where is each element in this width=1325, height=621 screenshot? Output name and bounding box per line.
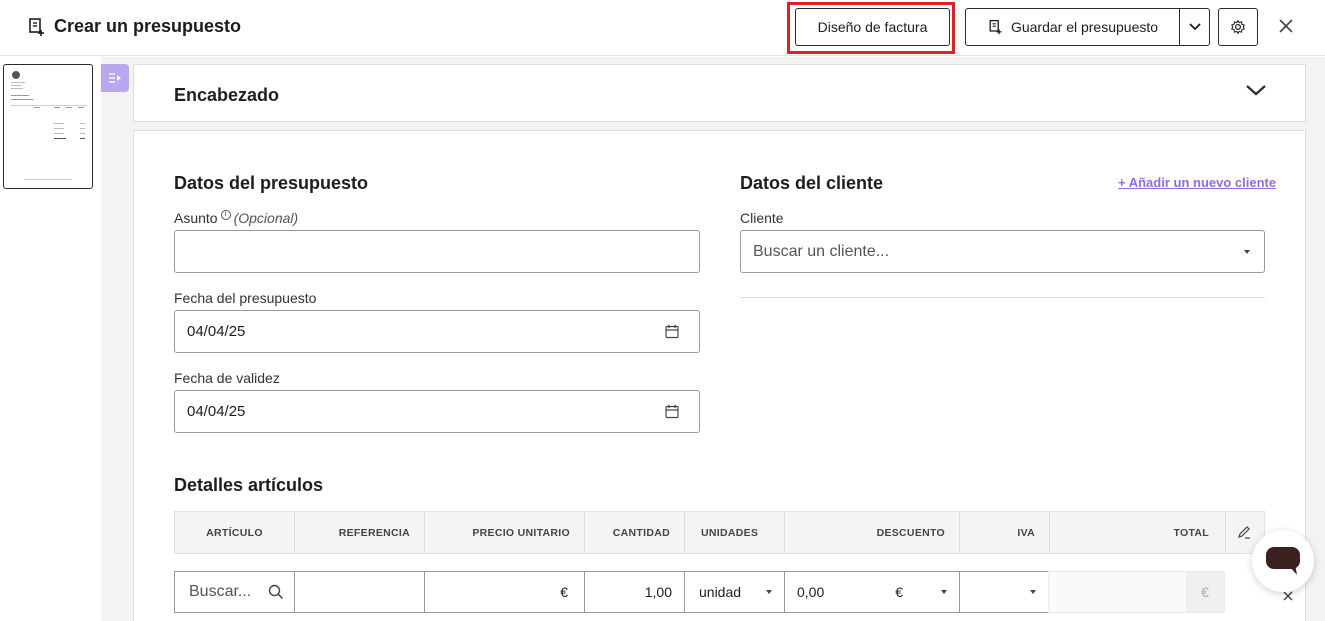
unit-value: unidad (699, 584, 742, 600)
client-divider (740, 297, 1265, 298)
validity-date-value: 04/04/25 (187, 403, 246, 420)
price-currency: € (560, 584, 568, 600)
article-search-input[interactable]: Buscar... (174, 571, 295, 613)
column-discount: DESCUENTO (785, 512, 960, 553)
caret-down-icon (1030, 590, 1036, 594)
quote-date-label: Fecha del presupuesto (174, 290, 317, 306)
caret-down-icon (1244, 250, 1250, 254)
vat-select[interactable] (959, 571, 1049, 613)
document-add-icon (989, 19, 1002, 35)
chevron-down-icon[interactable] (1245, 83, 1267, 97)
list-expand-icon (109, 73, 121, 83)
client-data-title: Datos del cliente (740, 173, 884, 193)
reference-input[interactable] (294, 571, 425, 613)
discount-value: 0,00 (797, 584, 825, 600)
caret-down-icon (766, 590, 772, 594)
close-icon (1279, 19, 1293, 33)
chat-widget-button[interactable] (1252, 530, 1314, 592)
client-label: Cliente (740, 210, 784, 226)
items-table-header: ARTÍCULO REFERENCIA PRECIO UNITARIO CANT… (174, 511, 1265, 554)
items-title: Detalles artículos (174, 475, 324, 495)
calendar-icon[interactable] (665, 324, 679, 339)
calendar-icon[interactable] (665, 404, 679, 419)
discount-currency[interactable]: € (895, 584, 903, 600)
subject-label: Asunto i (Opcional) (174, 210, 298, 226)
column-article: ARTÍCULO (175, 512, 295, 553)
validity-date-label: Fecha de validez (174, 370, 280, 386)
header-section-title: Encabezado (174, 85, 280, 105)
gear-icon (1231, 19, 1245, 35)
discount-input[interactable]: 0,00 € (784, 571, 960, 613)
page-title: Crear un presupuesto (26, 16, 241, 37)
column-quantity: CANTIDAD (585, 512, 685, 553)
column-total: TOTAL (1050, 512, 1226, 553)
add-client-link[interactable]: + Añadir un nuevo cliente (1118, 175, 1276, 190)
column-unit-price: PRECIO UNITARIO (425, 512, 585, 553)
sidebar-toggle[interactable] (101, 64, 129, 92)
total-currency: € (1186, 572, 1224, 612)
search-icon (268, 584, 284, 600)
subject-input[interactable] (174, 230, 700, 273)
unit-select[interactable]: unidad (684, 571, 785, 613)
quote-date-value: 04/04/25 (187, 323, 246, 340)
document-preview-thumbnail[interactable] (3, 64, 93, 189)
save-quote-button[interactable]: Guardar el presupuesto (965, 8, 1180, 46)
pencil-icon (1238, 526, 1250, 539)
caret-down-icon[interactable] (941, 590, 947, 594)
chevron-down-icon (1188, 23, 1201, 31)
client-placeholder: Buscar un cliente... (753, 242, 890, 260)
save-options-button[interactable] (1179, 8, 1210, 46)
top-bar: Crear un presupuesto Diseño de factura G… (0, 0, 1325, 56)
edit-columns-button[interactable] (1237, 525, 1251, 544)
invoice-design-button[interactable]: Diseño de factura (795, 8, 950, 46)
page-title-text: Crear un presupuesto (54, 16, 242, 36)
chat-icon (1266, 547, 1300, 575)
info-icon: i (220, 210, 231, 220)
preview-content (11, 71, 87, 180)
settings-button[interactable] (1218, 8, 1258, 46)
close-button[interactable] (1276, 16, 1296, 36)
quantity-input[interactable]: 1,00 (584, 571, 685, 613)
quote-data-title: Datos del presupuesto (174, 173, 369, 193)
validity-date-input[interactable]: 04/04/25 (174, 390, 700, 433)
column-vat: IVA (960, 512, 1050, 553)
subject-label-text: Asunto (174, 210, 218, 226)
close-icon (1283, 591, 1293, 601)
optional-text: (Opcional) (233, 210, 299, 226)
quote-date-input[interactable]: 04/04/25 (174, 310, 700, 353)
article-placeholder: Buscar... (189, 583, 252, 600)
document-add-icon (29, 17, 44, 36)
header-section[interactable]: Encabezado (133, 64, 1306, 122)
client-select[interactable]: Buscar un cliente... (740, 230, 1265, 273)
total-field: € (1048, 571, 1225, 613)
column-reference: REFERENCIA (295, 512, 425, 553)
save-quote-label: Guardar el presupuesto (1010, 19, 1159, 35)
column-units: UNIDADES (685, 512, 785, 553)
unit-price-input[interactable]: € (424, 571, 585, 613)
